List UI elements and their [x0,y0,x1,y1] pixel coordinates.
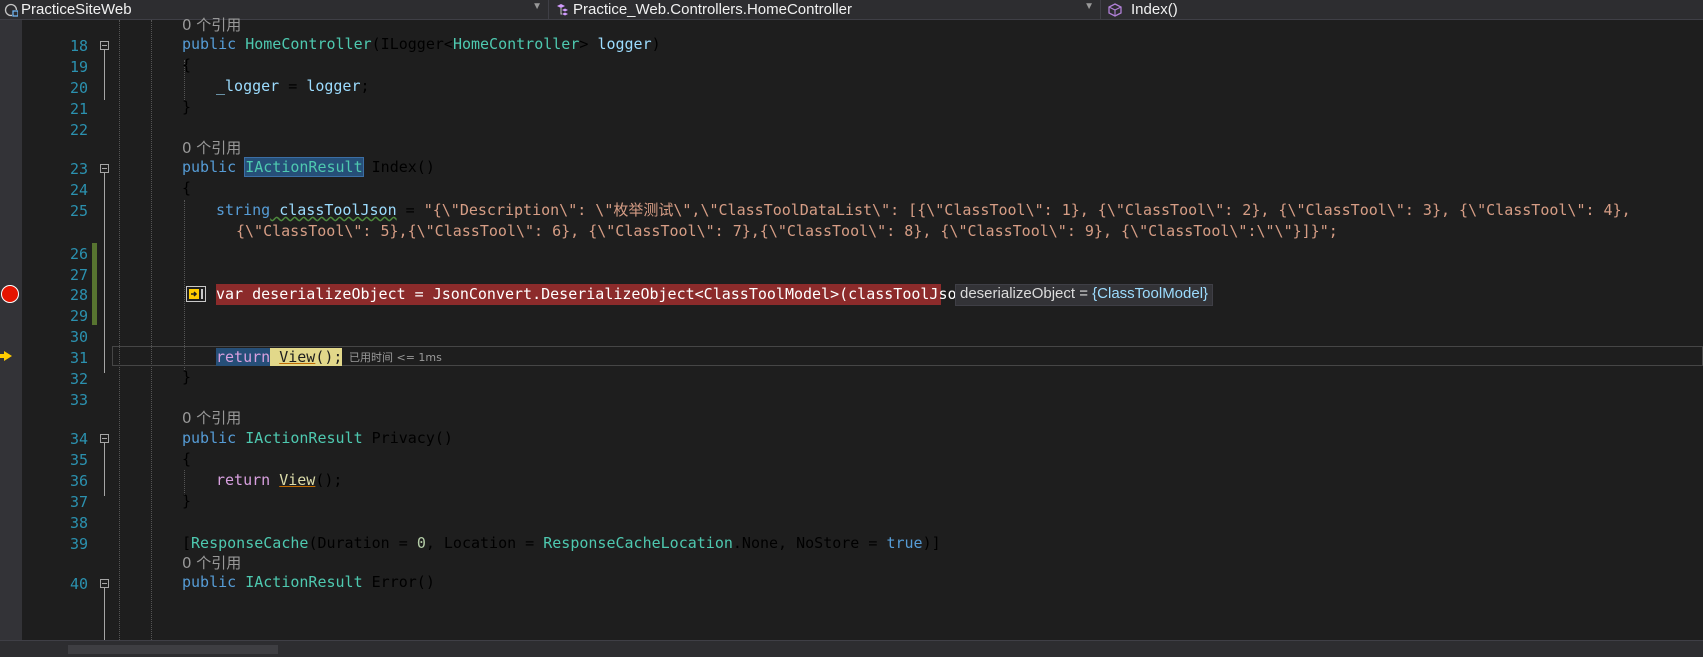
outline-line [104,588,105,640]
line-number: 26 [69,245,88,263]
member-label: Index() [1131,1,1178,18]
code-line-34[interactable]: public IActionResult Privacy() [182,428,453,448]
line-number: 37 [69,493,88,511]
line-number: 23 [69,160,88,178]
code-line-20[interactable]: _logger = logger; [216,76,370,96]
code-line-31[interactable]: return View(); [216,347,343,367]
chevron-down-icon: ▼ [532,1,542,12]
breakpoint-icon[interactable] [1,285,19,303]
line-number: 27 [69,266,88,284]
method-icon [1108,2,1122,17]
line-number: 29 [69,307,88,325]
line-number: 38 [69,514,88,532]
code-line-24[interactable]: { [182,178,191,198]
data-tip[interactable]: deserializeObject = {ClassToolModel} [955,284,1214,306]
codelens-references[interactable]: 0 个引用 [182,408,241,428]
line-number: 40 [69,575,88,593]
project-icon [4,3,19,17]
line-number: 22 [69,121,88,139]
code-line-21[interactable]: } [182,97,191,117]
code-line-35[interactable]: { [182,449,191,469]
line-number: 21 [69,100,88,118]
codelens-references[interactable]: 0 个引用 [182,138,241,158]
code-line-25-wrap[interactable]: {\"ClassTool\": 5},{\"ClassTool\": 6}, {… [236,221,1338,241]
class-label: Practice_Web.Controllers.HomeController [573,1,852,18]
code-line-25[interactable]: string classToolJson = "{\"Description\"… [216,200,1631,220]
line-number: 35 [69,451,88,469]
class-icon [556,3,570,17]
indent-guide [119,20,120,640]
glyph-margin[interactable] [0,20,22,640]
line-number: 25 [69,202,88,220]
outline-line [104,443,105,496]
data-tip-value[interactable]: {ClassToolModel} [1092,285,1208,302]
code-line-40[interactable]: public IActionResult Error() [182,572,435,592]
line-number: 28 [69,286,88,304]
change-tracking-bar [92,243,97,325]
line-number: 36 [69,472,88,490]
horizontal-scrollbar[interactable] [68,645,278,654]
class-dropdown[interactable]: Practice_Web.Controllers.HomeController … [552,0,1101,19]
code-line-23[interactable]: public IActionResult Index() [182,157,435,177]
navigation-bar: PracticeSiteWeb ▼ Practice_Web.Controlle… [0,0,1703,20]
line-number: 39 [69,535,88,553]
member-dropdown[interactable]: Index() [1104,0,1703,19]
project-dropdown[interactable]: PracticeSiteWeb ▼ [0,0,549,19]
line-number: 20 [69,79,88,97]
collapse-toggle[interactable] [100,434,109,443]
chevron-down-icon: ▼ [1084,1,1094,12]
outline-line [104,173,105,373]
line-number: 32 [69,370,88,388]
line-number: 19 [69,58,88,76]
line-number: 24 [69,181,88,199]
codelens-references[interactable]: 0 个引用 [182,553,241,573]
outline-line [104,50,105,100]
code-line-32[interactable]: } [182,367,191,387]
collapse-toggle[interactable] [100,41,109,50]
line-number: 18 [69,37,88,55]
code-line-19[interactable]: { [182,55,191,75]
collapse-toggle[interactable] [100,164,109,173]
code-line-18[interactable]: public HomeController(ILogger<HomeContro… [182,34,661,54]
code-line-28[interactable]: var deserializeObject = JsonConvert.Dese… [216,284,984,304]
execution-pointer-icon[interactable] [0,351,12,361]
codelens-references[interactable]: 0 个引用 [182,15,241,35]
code-line-36[interactable]: return View(); [216,470,342,490]
perf-tip: 已用时间 <= 1ms [349,351,442,364]
code-line-37[interactable]: } [182,491,191,511]
data-tip-name: deserializeObject = [960,285,1093,302]
line-number: 33 [69,391,88,409]
indent-guide [151,20,152,640]
code-line-39[interactable]: [ResponseCache(Duration = 0, Location = … [182,533,941,553]
line-number: 30 [69,328,88,346]
project-label: PracticeSiteWeb [21,1,132,18]
breakpoint-glyph-icon [186,286,206,302]
line-number: 34 [69,430,88,448]
line-number: 31 [69,349,88,367]
indent-guide [184,200,185,370]
collapse-toggle[interactable] [100,579,109,588]
